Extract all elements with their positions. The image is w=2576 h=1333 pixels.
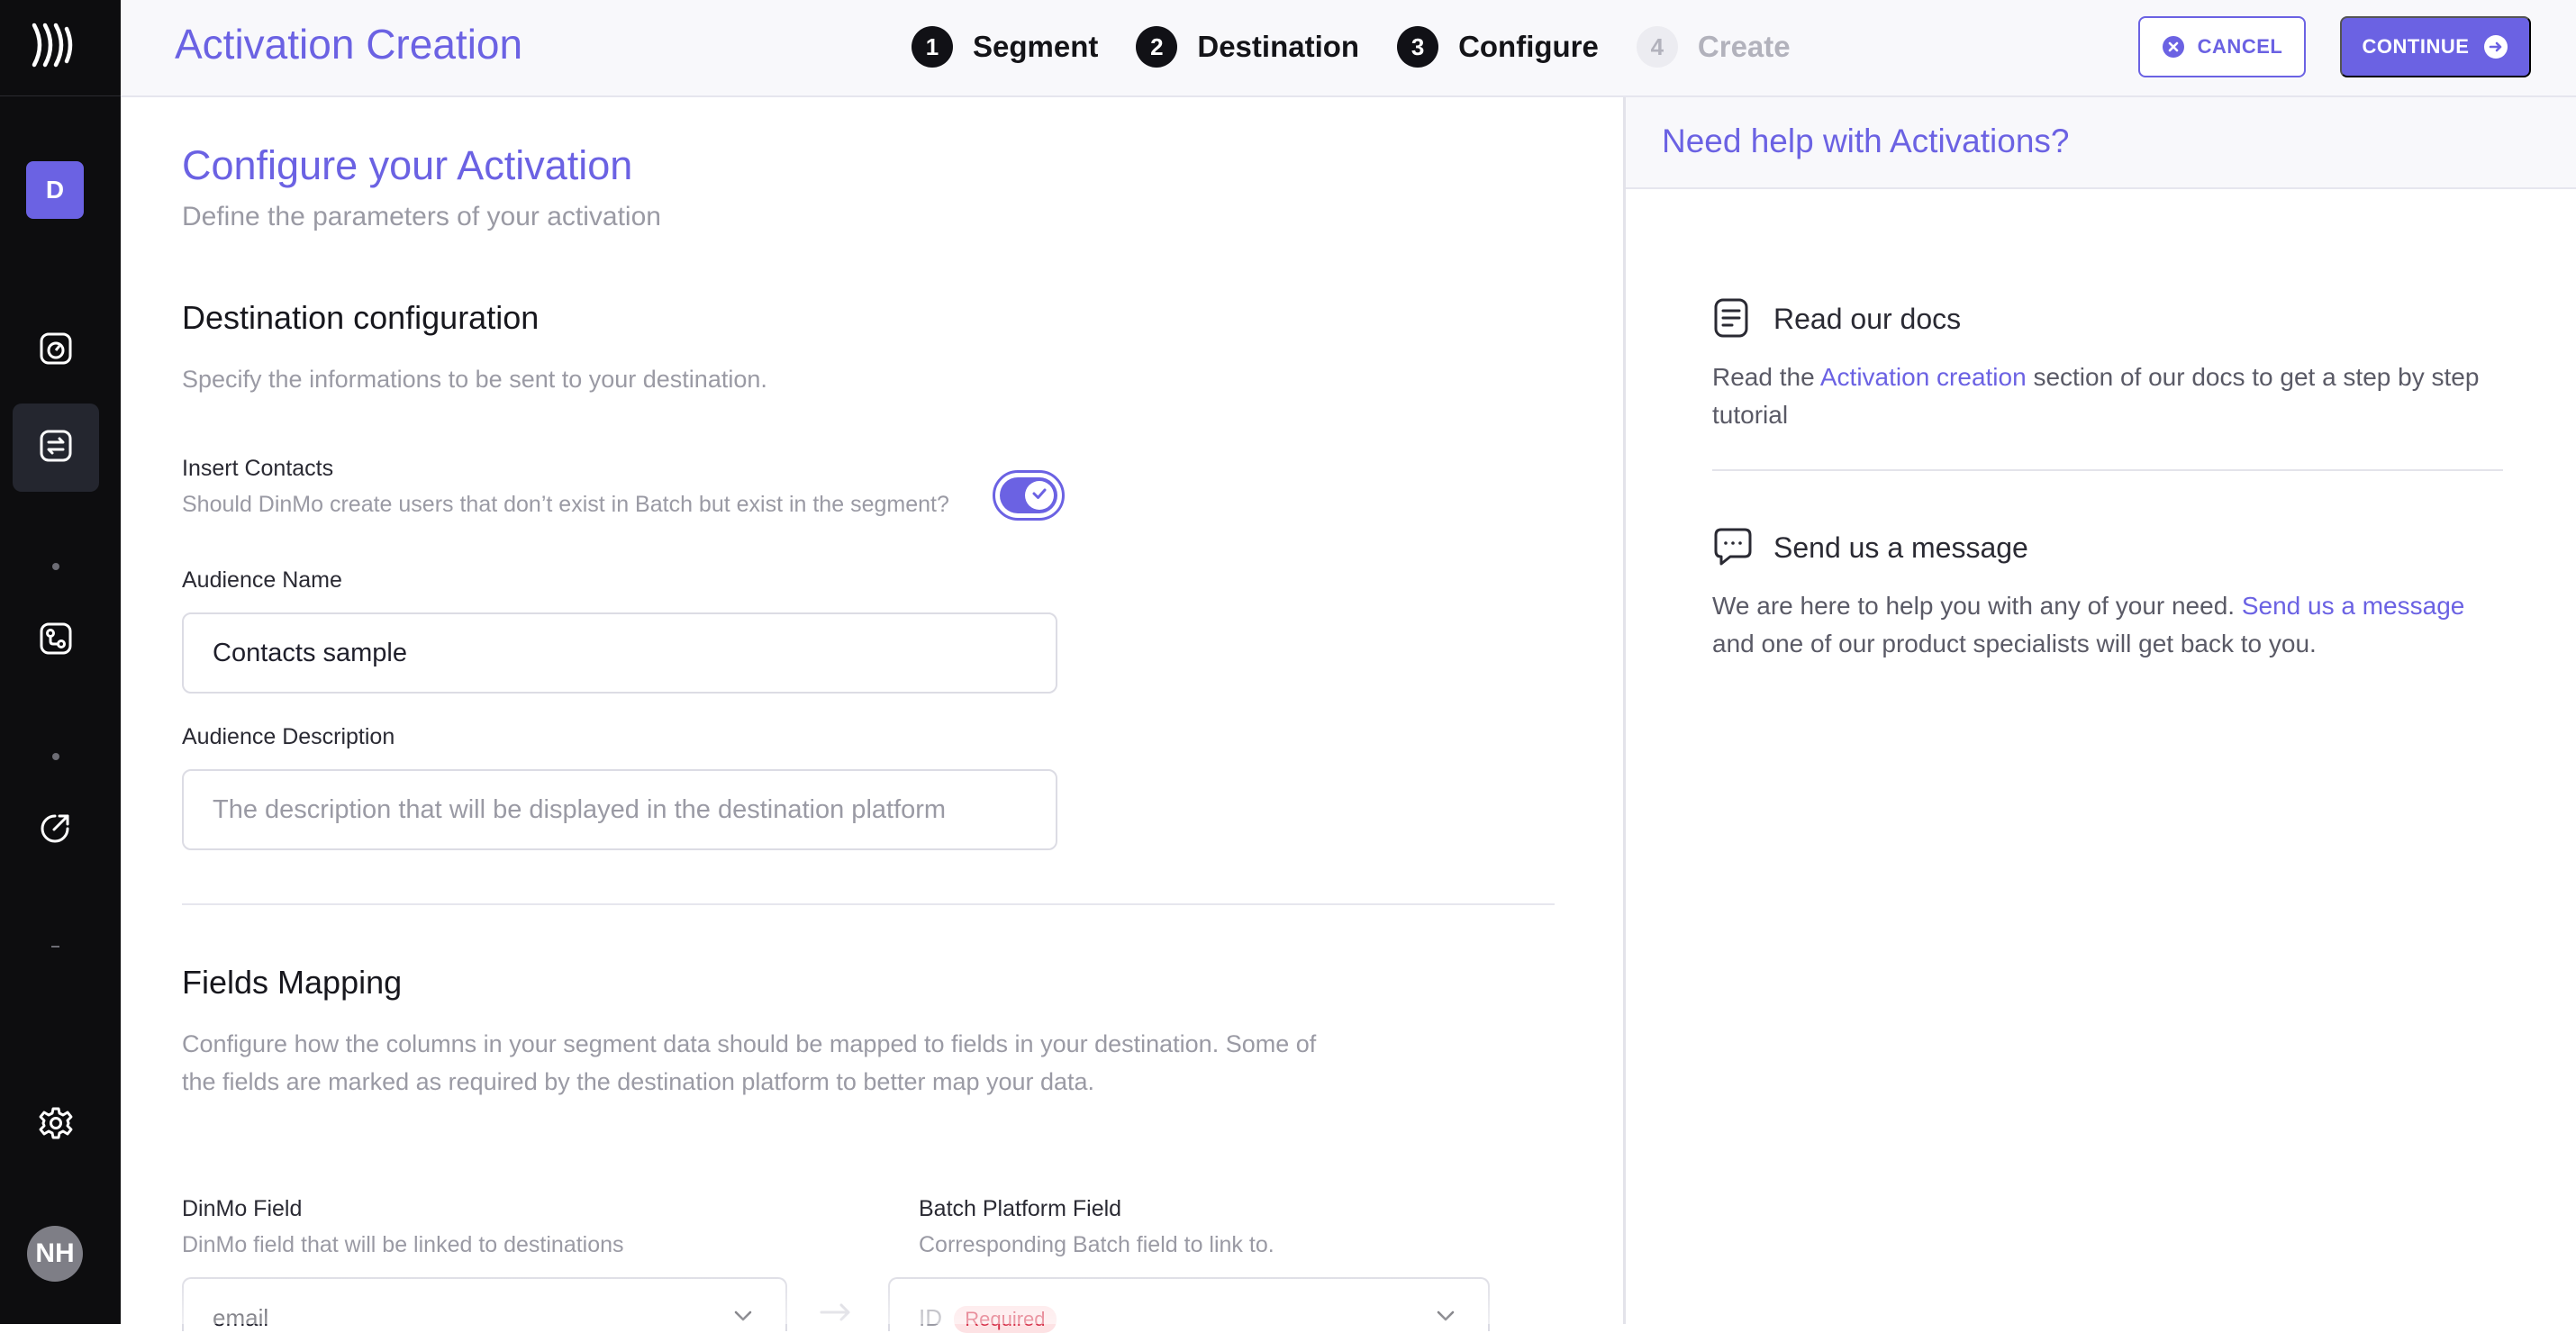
gear-icon bbox=[38, 1105, 74, 1146]
sync-arrows-icon bbox=[39, 429, 73, 467]
sidebar-item-exports[interactable] bbox=[13, 785, 99, 874]
help-header: Need help with Activations? bbox=[1626, 97, 2576, 189]
step-label: Segment bbox=[973, 30, 1099, 63]
step-segment[interactable]: 1 Segment bbox=[912, 26, 1098, 68]
user-avatar[interactable]: NH bbox=[27, 1226, 83, 1282]
chevron-down-icon bbox=[1436, 1310, 1456, 1327]
cancel-button[interactable]: CANCEL bbox=[2138, 16, 2306, 77]
app-root: D NH Activation Creation 1 Segment 2 Des… bbox=[0, 0, 2576, 1333]
send-message-title: Send us a message bbox=[1773, 531, 2028, 564]
configure-panel: Configure your Activation Define the par… bbox=[121, 97, 1623, 1333]
check-icon bbox=[1030, 485, 1048, 507]
top-header: Activation Creation 1 Segment 2 Destinat… bbox=[121, 0, 2576, 97]
dinmo-field-label: DinMo Field bbox=[182, 1196, 303, 1221]
step-label: Create bbox=[1697, 30, 1791, 63]
dinmo-field-hint: DinMo field that will be linked to desti… bbox=[182, 1232, 624, 1257]
message-text-before: We are here to help you with any of your… bbox=[1712, 592, 2242, 620]
sidebar: D NH bbox=[0, 0, 121, 1324]
section-divider bbox=[182, 903, 1555, 905]
step-number: 1 bbox=[912, 26, 953, 68]
batch-field-selected: ID bbox=[919, 1304, 942, 1331]
flow-nodes-icon bbox=[39, 621, 73, 660]
read-docs-text: Read the Activation creation section of … bbox=[1712, 358, 2505, 434]
batch-field-value: ID Required bbox=[919, 1304, 1057, 1333]
workspace-avatar[interactable]: D bbox=[26, 161, 84, 219]
continue-label: CONTINUE bbox=[2362, 35, 2470, 58]
section-title: Configure your Activation bbox=[182, 142, 633, 188]
cancel-label: CANCEL bbox=[2197, 35, 2283, 58]
close-circle-icon bbox=[2162, 35, 2185, 59]
sidebar-item-activations[interactable] bbox=[13, 404, 99, 492]
audience-description-input[interactable] bbox=[182, 769, 1057, 850]
toggle-knob bbox=[1025, 481, 1054, 510]
send-message-link[interactable]: Send us a message bbox=[2242, 592, 2465, 620]
sidebar-divider-dash bbox=[51, 946, 59, 948]
step-number: 3 bbox=[1397, 26, 1439, 68]
required-badge: Required bbox=[954, 1306, 1057, 1333]
send-message-text: We are here to help you with any of your… bbox=[1712, 587, 2505, 663]
docs-text-before: Read the bbox=[1712, 363, 1820, 391]
stepper: 1 Segment 2 Destination 3 Configure 4 Cr… bbox=[912, 23, 1828, 70]
gauge-icon bbox=[39, 331, 73, 370]
sidebar-divider-dot bbox=[52, 753, 59, 760]
arrow-right-icon bbox=[818, 1301, 854, 1328]
page-title: Activation Creation bbox=[175, 21, 523, 68]
dinmo-field-value: email bbox=[213, 1304, 269, 1331]
sidebar-separator bbox=[0, 95, 121, 96]
destination-config-description: Specify the informations to be sent to y… bbox=[182, 366, 767, 393]
arrow-right-circle-icon bbox=[2483, 34, 2508, 59]
chat-bubble-icon bbox=[1712, 526, 1754, 572]
sidebar-item-dashboard[interactable] bbox=[13, 306, 99, 394]
destination-config-heading: Destination configuration bbox=[182, 299, 540, 336]
help-panel: Need help with Activations? Read our doc… bbox=[1623, 97, 2576, 1324]
batch-field-select[interactable]: ID Required bbox=[888, 1277, 1490, 1333]
step-number: 2 bbox=[1136, 26, 1178, 68]
insert-contacts-label: Insert Contacts bbox=[182, 456, 334, 481]
audience-name-label: Audience Name bbox=[182, 567, 342, 593]
step-destination[interactable]: 2 Destination bbox=[1136, 26, 1359, 68]
step-label: Destination bbox=[1197, 30, 1360, 63]
document-icon bbox=[1712, 297, 1750, 343]
dinmo-logo-icon[interactable] bbox=[31, 20, 76, 70]
insert-contacts-toggle[interactable] bbox=[993, 470, 1065, 521]
step-number: 4 bbox=[1636, 26, 1678, 68]
chevron-down-icon bbox=[733, 1310, 753, 1327]
batch-field-hint: Corresponding Batch field to link to. bbox=[919, 1232, 1274, 1257]
toggle-track bbox=[1000, 477, 1057, 513]
sidebar-divider-dot bbox=[52, 563, 59, 570]
help-separator bbox=[1712, 469, 2503, 471]
fields-mapping-description: Configure how the columns in your segmen… bbox=[182, 1030, 1317, 1095]
continue-button[interactable]: CONTINUE bbox=[2340, 16, 2531, 77]
step-configure[interactable]: 3 Configure bbox=[1397, 26, 1599, 68]
fields-mapping-heading: Fields Mapping bbox=[182, 964, 403, 1001]
batch-field-label: Batch Platform Field bbox=[919, 1196, 1122, 1221]
message-text-after: and one of our product specialists will … bbox=[1712, 630, 2317, 657]
audience-description-label: Audience Description bbox=[182, 724, 395, 749]
sidebar-item-segments[interactable] bbox=[13, 596, 99, 685]
step-create: 4 Create bbox=[1636, 26, 1791, 68]
read-docs-title: Read our docs bbox=[1773, 303, 1962, 335]
help-title: Need help with Activations? bbox=[1662, 122, 2070, 159]
activation-creation-link[interactable]: Activation creation bbox=[1820, 363, 2027, 391]
insert-contacts-hint: Should DinMo create users that don’t exi… bbox=[182, 492, 949, 517]
audience-name-input[interactable] bbox=[182, 612, 1057, 694]
external-arrow-icon bbox=[38, 810, 74, 850]
dinmo-field-select[interactable]: email bbox=[182, 1277, 787, 1331]
step-label: Configure bbox=[1458, 30, 1599, 63]
sidebar-item-settings[interactable] bbox=[13, 1081, 99, 1169]
section-subtitle: Define the parameters of your activation bbox=[182, 202, 661, 231]
